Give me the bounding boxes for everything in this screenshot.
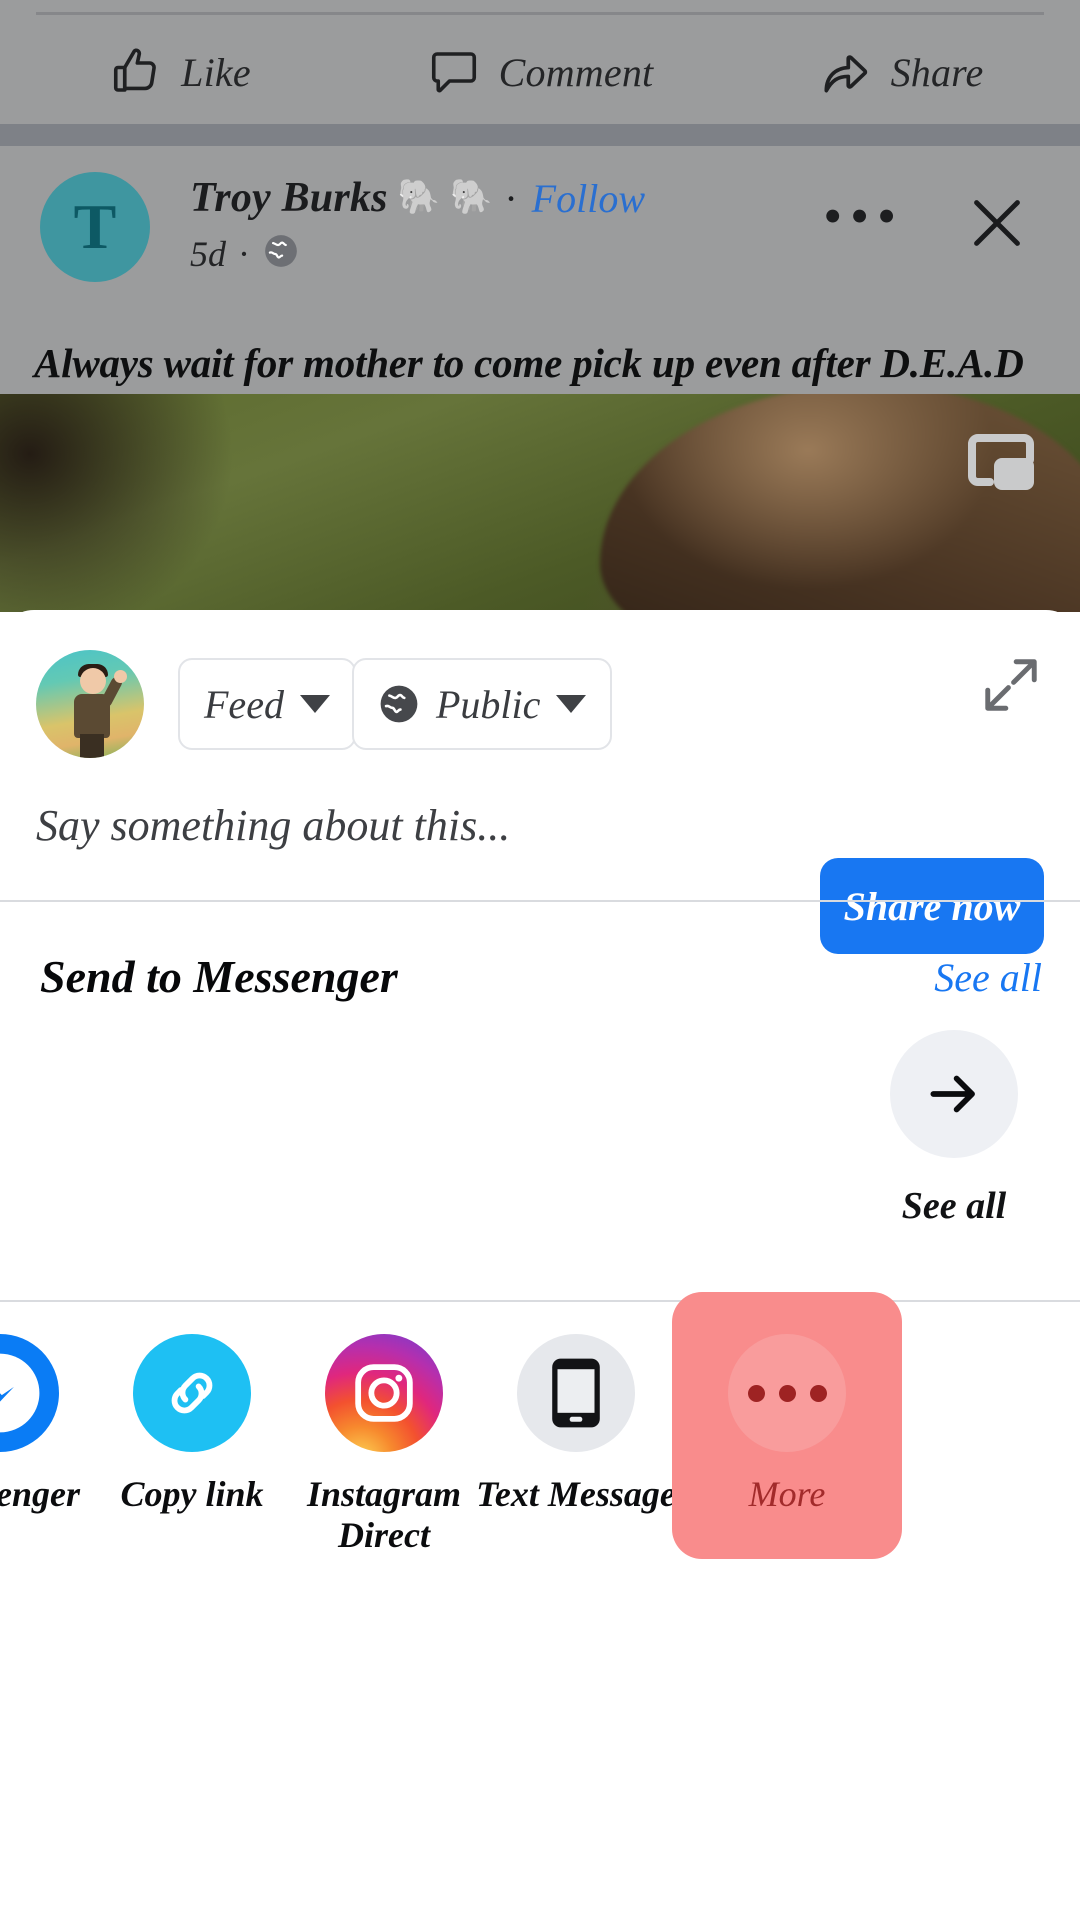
- chevron-down-icon: [556, 695, 587, 713]
- link-icon: [133, 1334, 251, 1452]
- comment-bubble-icon: [427, 44, 481, 100]
- close-button[interactable]: [962, 188, 1032, 258]
- post-author-name[interactable]: Troy Burks: [190, 174, 388, 222]
- follow-link[interactable]: Follow: [532, 175, 645, 222]
- comment-label: Comment: [498, 49, 654, 95]
- section-divider-band: [0, 124, 1080, 146]
- avatar[interactable]: [36, 650, 144, 758]
- thumbs-up-icon: [109, 44, 163, 100]
- chip-label: Feed: [204, 681, 284, 727]
- share-target-label: More: [748, 1474, 826, 1514]
- share-target-text-message[interactable]: Text Message: [476, 1302, 676, 1515]
- share-bottom-sheet: Feed Public Say something about this... …: [0, 610, 1080, 1920]
- share-label: Share: [890, 49, 984, 95]
- share-target-label: Messenger: [0, 1474, 80, 1514]
- share-target-row: Messenger Copy link Instagram Direct: [0, 1292, 1080, 1582]
- like-button[interactable]: Like: [0, 44, 360, 100]
- see-all-tile[interactable]: See all: [854, 1030, 1054, 1228]
- share-target-messenger[interactable]: Messenger: [0, 1302, 96, 1515]
- dimmed-feed-backdrop: Like Comment Share T Troy Burks 🐘 🐘 · Fo…: [0, 0, 1080, 612]
- share-target-label: Text Message: [476, 1474, 676, 1514]
- post-video-thumbnail[interactable]: [0, 394, 1080, 612]
- action-bar-divider: [36, 12, 1044, 15]
- instagram-icon: [325, 1334, 443, 1452]
- share-target-label: Copy link: [120, 1474, 264, 1514]
- post-more-options-button[interactable]: •••: [823, 189, 904, 243]
- globe-icon: [378, 683, 420, 725]
- ellipsis-icon: [728, 1334, 846, 1452]
- close-icon: [974, 200, 1020, 246]
- post-header: T Troy Burks 🐘 🐘 · Follow 5d · •••: [0, 146, 1080, 332]
- globe-icon: [262, 232, 300, 275]
- post-caption-text: Always wait for mother to come pick up e…: [0, 332, 1080, 394]
- destination-selector-feed[interactable]: Feed: [178, 658, 356, 750]
- post-meta: Troy Burks 🐘 🐘 · Follow 5d ·: [190, 174, 645, 275]
- phone-icon: [517, 1334, 635, 1452]
- audience-selector-public[interactable]: Public: [352, 658, 613, 750]
- share-target-label: Instagram Direct: [306, 1474, 462, 1556]
- see-all-caption: See all: [901, 1185, 1007, 1227]
- like-label: Like: [181, 49, 251, 95]
- separator-dot: ·: [238, 233, 250, 274]
- video-subject: [600, 394, 1080, 612]
- arrow-right-icon: [890, 1030, 1018, 1158]
- elephant-emoji: 🐘: [450, 179, 493, 216]
- separator-dot: ·: [504, 175, 518, 221]
- elephant-emoji: 🐘: [397, 179, 440, 216]
- comment-button[interactable]: Comment: [360, 44, 720, 100]
- post-author-avatar[interactable]: T: [40, 172, 150, 282]
- send-to-messenger-section: Send to Messenger See all See all: [0, 902, 1080, 1302]
- section-title: Send to Messenger: [40, 951, 398, 1002]
- share-composer: Feed Public Say something about this... …: [0, 610, 1080, 954]
- expand-arrows-icon[interactable]: [980, 654, 1042, 716]
- share-target-instagram-direct[interactable]: Instagram Direct: [288, 1302, 480, 1556]
- see-all-link[interactable]: See all: [934, 954, 1042, 1001]
- share-target-copy-link[interactable]: Copy link: [96, 1302, 288, 1515]
- share-button[interactable]: Share: [720, 44, 1080, 100]
- picture-in-picture-icon[interactable]: [964, 432, 1040, 494]
- post-action-bar: Like Comment Share: [0, 0, 1080, 124]
- share-message-input[interactable]: Say something about this...: [36, 800, 510, 851]
- chip-label: Public: [436, 681, 541, 727]
- share-target-more[interactable]: More: [672, 1292, 902, 1560]
- share-arrow-icon: [817, 44, 873, 100]
- messenger-icon: [0, 1334, 59, 1452]
- chevron-down-icon: [299, 695, 330, 713]
- post-timestamp: 5d: [190, 233, 226, 274]
